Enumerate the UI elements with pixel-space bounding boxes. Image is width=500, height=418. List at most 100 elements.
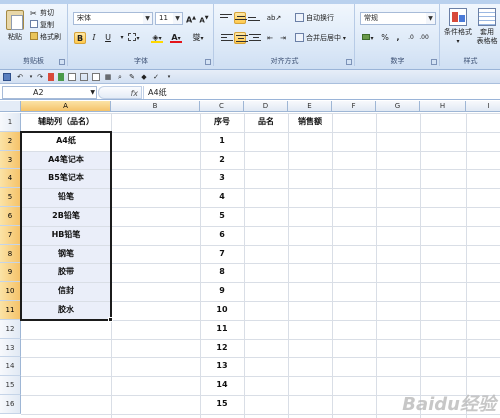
undo-dropdown-icon[interactable]: ▾ [27, 73, 35, 81]
grow-font-button[interactable]: A▲ [185, 12, 197, 25]
save-icon[interactable] [3, 73, 11, 81]
increase-indent-button[interactable]: ⇥ [277, 32, 289, 44]
number-dialog-launcher[interactable] [431, 59, 437, 65]
align-center-button[interactable] [234, 32, 248, 44]
paste-button[interactable]: 粘贴 [3, 8, 27, 50]
orientation-button[interactable]: ab↗ [265, 12, 283, 24]
filter-icon[interactable]: ◆ [140, 73, 148, 81]
shrink-font-button[interactable]: A▼ [198, 12, 210, 24]
cell-c14[interactable]: 13 [200, 357, 244, 376]
conditional-format-button[interactable]: 条件格式 ▾ [443, 8, 473, 46]
fill-handle[interactable] [108, 316, 113, 322]
align-left-button[interactable] [220, 32, 233, 44]
grid-icon[interactable] [92, 73, 100, 81]
font-size-combo[interactable]: 11 ▼ [155, 12, 183, 25]
column-header-c[interactable]: C [200, 101, 244, 112]
number-format-combo[interactable]: 常规 ▼ [360, 12, 436, 25]
cell-d1[interactable]: 品名 [244, 113, 288, 132]
percent-button[interactable]: % [379, 32, 391, 44]
column-header-b[interactable]: B [111, 101, 200, 112]
align-bottom-button[interactable] [248, 12, 260, 24]
copy-button[interactable]: 复制 [30, 20, 54, 31]
name-box[interactable]: A2 ▼ [2, 86, 97, 99]
table-icon[interactable] [68, 73, 76, 81]
decrease-decimal-button[interactable]: .00 [418, 32, 430, 44]
spell-check-icon[interactable]: ✓ [152, 73, 160, 81]
column-header-f[interactable]: F [332, 101, 376, 112]
cell-c1[interactable]: 序号 [200, 113, 244, 132]
cell-c6[interactable]: 5 [200, 207, 244, 226]
alignment-dialog-launcher[interactable] [346, 59, 352, 65]
row-header-12[interactable]: 12 [0, 319, 21, 339]
comma-button[interactable]: , [392, 32, 404, 44]
formula-input[interactable]: A4纸 [143, 86, 500, 99]
chart-alt-icon[interactable] [58, 73, 64, 81]
font-color-button[interactable]: A▾ [168, 32, 184, 44]
column-header-g[interactable]: G [376, 101, 420, 112]
customize-qat-icon[interactable]: ▾ [165, 73, 173, 81]
cell-c7[interactable]: 6 [200, 226, 244, 245]
align-right-button[interactable] [248, 32, 261, 44]
insert-function-button[interactable]: fx [98, 86, 142, 99]
row-header-6[interactable]: 6 [0, 207, 21, 226]
column-header-e[interactable]: E [288, 101, 332, 112]
phonetic-button[interactable]: 燮▾ [189, 32, 207, 44]
cut-button[interactable]: ✂ 剪切 [30, 8, 54, 19]
row-header-4[interactable]: 4 [0, 169, 21, 189]
cell-c16[interactable]: 15 [200, 395, 244, 414]
underline-button[interactable]: U [102, 32, 114, 44]
bold-button[interactable]: B [74, 32, 86, 44]
align-middle-button[interactable] [234, 12, 247, 24]
column-header-a[interactable]: A [21, 101, 111, 112]
cell-c4[interactable]: 3 [200, 169, 244, 188]
align-top-button[interactable] [220, 12, 232, 24]
undo-icon[interactable]: ↶ [16, 73, 24, 81]
redo-icon[interactable]: ↷ [36, 73, 44, 81]
chart-icon[interactable] [48, 73, 54, 81]
cell-c10[interactable]: 9 [200, 282, 244, 301]
decrease-indent-button[interactable]: ⇤ [264, 32, 276, 44]
row-header-7[interactable]: 7 [0, 225, 21, 245]
cell-c9[interactable]: 8 [200, 263, 244, 282]
border-button[interactable]: ▾ [126, 32, 142, 44]
cell-c15[interactable]: 14 [200, 376, 244, 395]
row-header-10[interactable]: 10 [0, 282, 21, 301]
row-header-8[interactable]: 8 [0, 244, 21, 264]
row-header-16[interactable]: 16 [0, 395, 21, 414]
clipboard-dialog-launcher[interactable] [59, 59, 65, 65]
row-header-5[interactable]: 5 [0, 188, 21, 207]
column-header-h[interactable]: H [420, 101, 466, 112]
spreadsheet-grid[interactable]: A B C D E F G H I 1 2 3 4 5 6 7 8 9 10 11 12 13 14 15 16 辅助列（品名）序… [0, 101, 500, 418]
currency-button[interactable]: ▾ [360, 32, 376, 44]
row-header-13[interactable]: 13 [0, 338, 21, 358]
row-header-9[interactable]: 9 [0, 263, 21, 283]
font-name-combo[interactable]: 宋体 ▼ [73, 12, 153, 25]
row-header-11[interactable]: 11 [0, 301, 21, 320]
row-header-15[interactable]: 15 [0, 376, 21, 395]
row-header-1[interactable]: 1 [0, 113, 21, 132]
cell-c8[interactable]: 7 [200, 245, 244, 264]
cell-c3[interactable]: 2 [200, 151, 244, 170]
row-header-14[interactable]: 14 [0, 357, 21, 377]
cell-c5[interactable]: 4 [200, 188, 244, 207]
format-as-table-button[interactable]: 套用 表格格 [473, 8, 500, 46]
wrap-text-button[interactable]: 自动换行 [295, 12, 334, 24]
format-painter-button[interactable]: 格式刷 [30, 32, 61, 43]
column-header-i[interactable]: I [466, 101, 500, 112]
cell-a1[interactable]: 辅助列（品名） [21, 113, 111, 132]
merge-center-button[interactable]: 合并后居中 ▾ [295, 32, 346, 44]
cell-c12[interactable]: 11 [200, 320, 244, 339]
cell-e1[interactable]: 销售额 [288, 113, 332, 132]
select-all-corner[interactable] [0, 101, 21, 112]
preview-icon[interactable]: ▦ [104, 73, 112, 81]
cell-c2[interactable]: 1 [200, 132, 244, 151]
find-icon[interactable]: ⌕ [116, 73, 124, 81]
font-dialog-launcher[interactable] [205, 59, 211, 65]
column-header-d[interactable]: D [244, 101, 288, 112]
paint-icon[interactable]: ✎ [128, 73, 136, 81]
fill-color-button[interactable]: ◈▾ [149, 32, 165, 44]
cell-c13[interactable]: 12 [200, 339, 244, 358]
row-header-2[interactable]: 2 [0, 131, 21, 151]
cell-c11[interactable]: 10 [200, 301, 244, 320]
italic-button[interactable]: I [88, 32, 100, 44]
